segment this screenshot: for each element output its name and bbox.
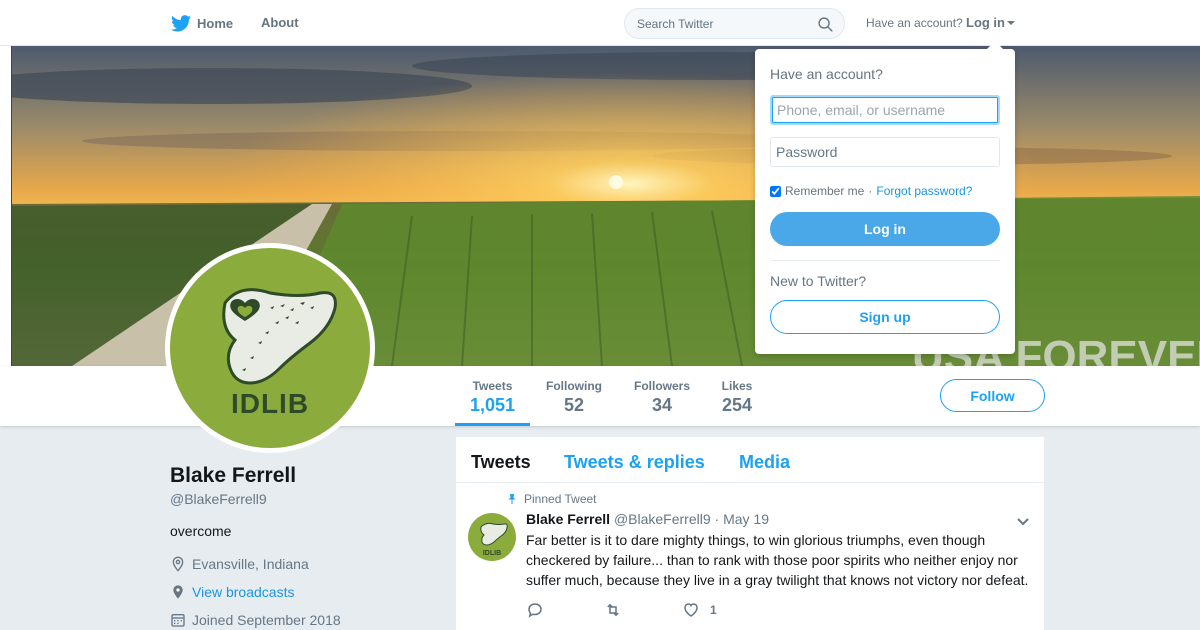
reply-action[interactable] (526, 601, 544, 619)
pinned-tweet-label: Pinned Tweet (506, 492, 597, 506)
remember-checkbox[interactable] (770, 185, 781, 197)
follow-button[interactable]: Follow (940, 379, 1045, 412)
timeline-tabs: Tweets Tweets & replies Media (456, 437, 1044, 483)
profile-handle[interactable]: @BlakeFerrell9 (170, 491, 267, 507)
tweet-actions: 1 (526, 601, 777, 619)
remember-label[interactable]: Remember me (785, 184, 864, 198)
stat-followers-label: Followers (633, 379, 690, 393)
tweet-text: Far better is it to dare mighty things, … (526, 532, 1029, 588)
tweet-avatar-text: IDLIB (483, 550, 501, 557)
dropdown-arrow (987, 41, 1003, 49)
stat-likes-value: 254 (721, 395, 753, 415)
tweet-author-handle[interactable]: @BlakeFerrell9 (614, 511, 711, 527)
nav-about-label: About (261, 15, 299, 30)
stat-followers-value: 34 (651, 395, 673, 415)
tab-media[interactable]: Media (739, 452, 790, 473)
broadcast-pin-icon (173, 585, 183, 599)
timeline: Tweets Tweets & replies Media Pinned Twe… (456, 437, 1044, 630)
profile-location: Evansville, Indiana (170, 556, 309, 572)
login-dropdown: Have an account? Remember me · Forgot pa… (755, 41, 1015, 354)
twitter-bird-icon (171, 15, 191, 32)
stat-likes[interactable]: Likes 254 (721, 379, 753, 416)
tweet-avatar[interactable]: IDLIB (468, 513, 516, 561)
location-text: Evansville, Indiana (192, 556, 309, 572)
broadcasts-link[interactable]: View broadcasts (192, 584, 294, 600)
profile-joined: Joined September 2018 (170, 612, 341, 628)
tab-tweets[interactable]: Tweets (471, 452, 531, 473)
pinned-text: Pinned Tweet (524, 492, 597, 506)
reply-icon (528, 603, 542, 618)
login-toggle-label: Log in (966, 15, 1005, 30)
retweet-icon (607, 603, 619, 617)
heart-icon (684, 603, 698, 617)
search-input[interactable] (637, 17, 807, 31)
tweet-avatar-image: IDLIB (480, 522, 508, 557)
avatar-image: IDLIB (170, 248, 370, 448)
avatar-text: IDLIB (230, 388, 310, 419)
forgot-password-link[interactable]: Forgot password? (876, 184, 972, 198)
banner-edge (0, 46, 12, 366)
retweet-action[interactable] (604, 601, 622, 619)
profile-avatar[interactable]: IDLIB (165, 243, 375, 453)
stat-followers[interactable]: Followers 34 (633, 379, 691, 416)
tab-tweets-replies[interactable]: Tweets & replies (564, 452, 705, 473)
dropdown-title: Have an account? (770, 66, 883, 82)
nav-home[interactable]: Home (171, 15, 233, 32)
profile-bio: overcome (170, 523, 232, 539)
tweet-author-name[interactable]: Blake Ferrell (526, 511, 610, 527)
profile-name[interactable]: Blake Ferrell (170, 464, 296, 488)
remember-row: Remember me · Forgot password? (770, 184, 972, 198)
stat-likes-label: Likes (721, 379, 753, 393)
new-to-twitter-text: New to Twitter? (770, 273, 867, 289)
active-stat-indicator (455, 423, 530, 426)
password-field[interactable] (770, 137, 1000, 167)
chevron-down-icon[interactable] (1016, 515, 1030, 529)
like-count: 1 (710, 603, 717, 617)
calendar-icon (171, 614, 185, 627)
joined-text: Joined September 2018 (192, 612, 341, 628)
tweet-header: Blake Ferrell @BlakeFerrell9 · May 19 (526, 511, 769, 527)
nav-about[interactable]: About (261, 15, 299, 30)
stat-tweets-value: 1,051 (470, 395, 516, 415)
login-button[interactable]: Log in (770, 212, 1000, 246)
pin-icon (508, 494, 516, 504)
like-action[interactable]: 1 (682, 601, 717, 619)
stat-following-value: 52 (563, 395, 585, 415)
search-box (624, 8, 845, 39)
caret-down-icon (1007, 20, 1015, 25)
top-nav: Home About Have an account? Log in (0, 0, 1200, 46)
separator-dot: · (868, 184, 873, 198)
search-icon[interactable] (817, 16, 834, 33)
username-field[interactable] (770, 95, 1000, 125)
tweet-date[interactable]: · May 19 (715, 511, 769, 527)
stat-following[interactable]: Following 52 (545, 379, 603, 416)
stat-tweets[interactable]: Tweets 1,051 (470, 379, 515, 416)
location-pin-icon (172, 556, 184, 572)
have-account-text: Have an account? (866, 16, 963, 30)
nav-home-label: Home (197, 16, 234, 31)
stat-following-label: Following (546, 379, 602, 393)
stat-tweets-label: Tweets (472, 379, 513, 393)
dropdown-divider (770, 260, 1000, 261)
signup-button[interactable]: Sign up (770, 300, 1000, 334)
login-dropdown-toggle[interactable]: Log in (966, 15, 1015, 30)
profile-broadcasts[interactable]: View broadcasts (170, 584, 294, 600)
